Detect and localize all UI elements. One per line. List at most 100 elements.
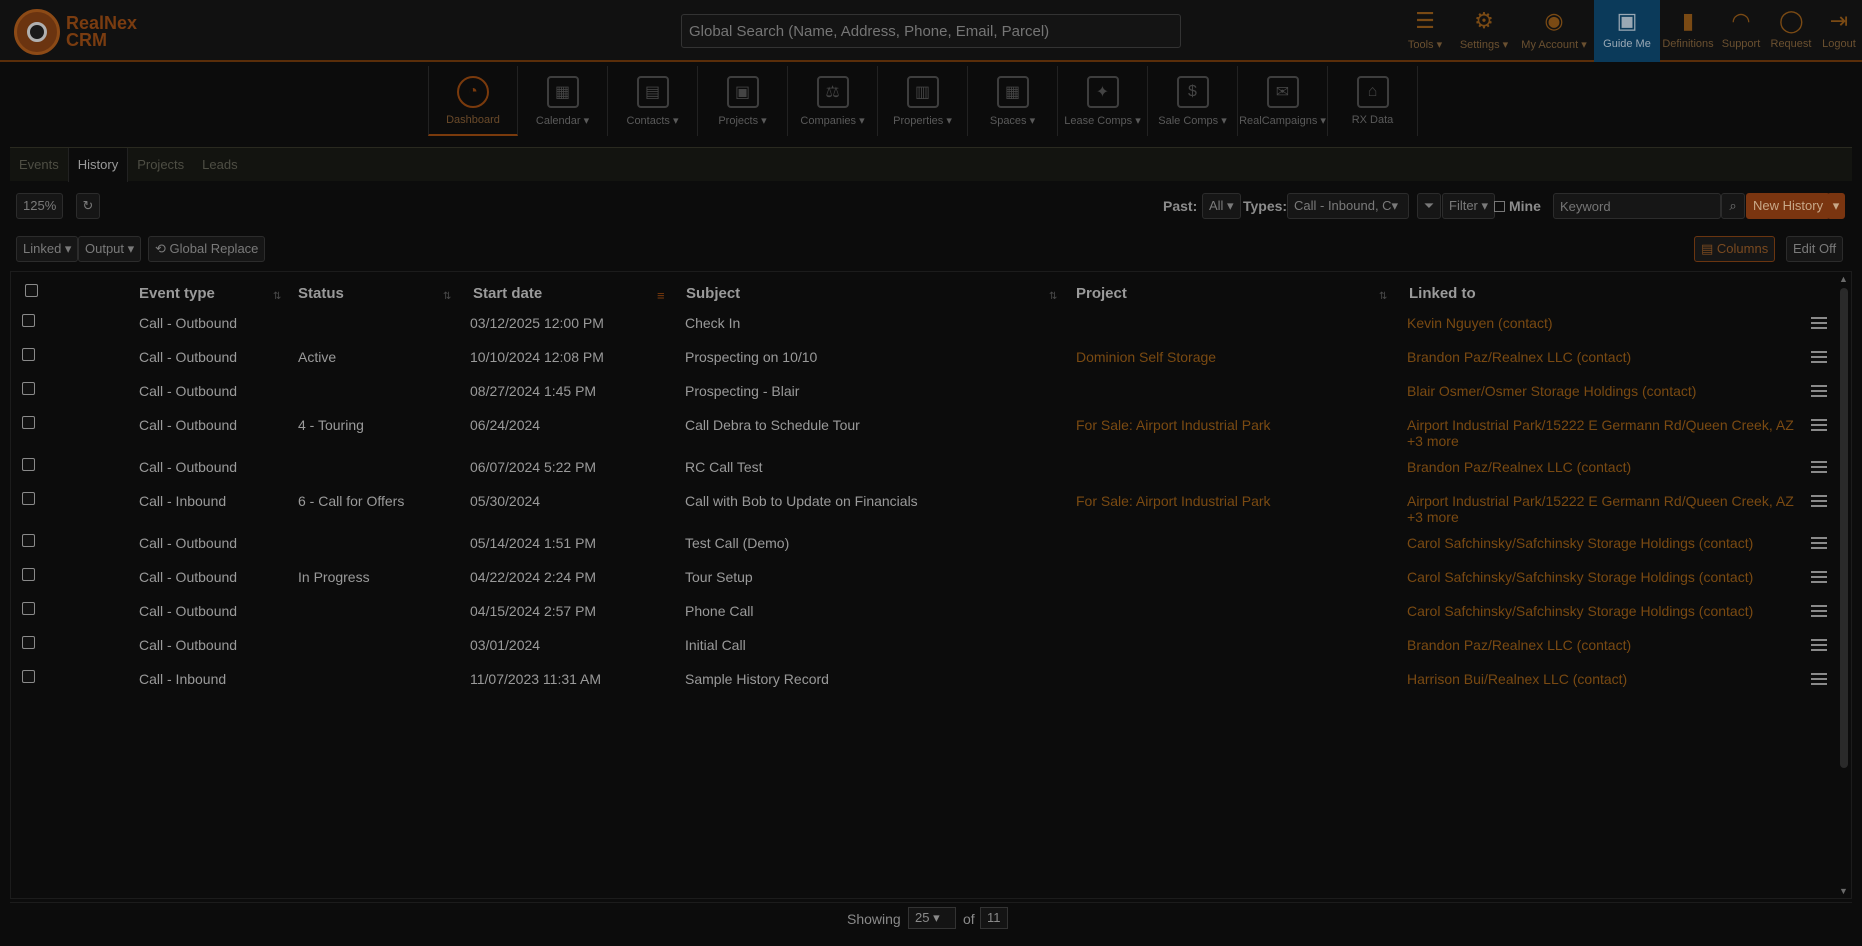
sort-desc-icon[interactable]: ≡ — [657, 288, 665, 303]
module-lease-comps[interactable]: ✦ Lease Comps ▾ — [1058, 66, 1148, 136]
col-subject[interactable]: Subject — [686, 285, 740, 302]
tab-history[interactable]: History — [67, 147, 129, 182]
col-linked-to[interactable]: Linked to — [1409, 285, 1476, 302]
table-row[interactable]: Call - Outbound 4 - Touring 06/24/2024 Call… — [11, 416, 1841, 458]
row-menu-icon[interactable] — [1811, 571, 1827, 586]
row-menu-icon[interactable] — [1811, 639, 1827, 654]
tool-user[interactable]: ◉ My Account ▾ — [1514, 0, 1594, 62]
scrollbar-thumb[interactable] — [1840, 288, 1848, 768]
module-contacts[interactable]: ▤ Contacts ▾ — [608, 66, 698, 136]
sort-icon[interactable]: ⇅ — [443, 291, 451, 302]
columns-button[interactable]: ▤ Columns — [1694, 236, 1776, 262]
table-row[interactable]: Call - Inbound 11/07/2023 11:31 AM Sample … — [11, 670, 1841, 704]
row-checkbox[interactable] — [22, 670, 35, 683]
cell-linked-to-link[interactable]: Blair Osmer/Osmer Storage Holdings (cont… — [1407, 383, 1696, 399]
cell-linked-to-link[interactable]: Carol Safchinsky/Safchinsky Storage Hold… — [1407, 603, 1753, 619]
cell-project-link[interactable]: For Sale: Airport Industrial Park — [1076, 417, 1271, 433]
cell-linked-to-link[interactable]: Carol Safchinsky/Safchinsky Storage Hold… — [1407, 535, 1753, 551]
col-start-date[interactable]: Start date — [473, 285, 542, 302]
tool-book[interactable]: ▮ Definitions — [1660, 0, 1716, 62]
vertical-scrollbar[interactable]: ▲ ▼ — [1839, 272, 1849, 898]
row-menu-icon[interactable] — [1811, 537, 1827, 552]
cell-linked-to-link[interactable]: Carol Safchinsky/Safchinsky Storage Hold… — [1407, 569, 1753, 585]
row-menu-icon[interactable] — [1811, 351, 1827, 366]
keyword-input[interactable] — [1553, 193, 1721, 219]
cell-linked-more-link[interactable]: +3 more — [1407, 509, 1459, 525]
table-row[interactable]: Call - Inbound 6 - Call for Offers 05/30/2… — [11, 492, 1841, 534]
cell-linked-to-link[interactable]: Brandon Paz/Realnex LLC (contact) — [1407, 349, 1631, 365]
scroll-up-icon[interactable]: ▲ — [1839, 274, 1848, 284]
tool-guide[interactable]: ▣ Guide Me — [1594, 0, 1660, 62]
scroll-down-icon[interactable]: ▼ — [1839, 886, 1848, 896]
col-status[interactable]: Status — [298, 285, 344, 302]
tab-leads[interactable]: Leads — [193, 157, 246, 172]
module-calendar[interactable]: ▦ Calendar ▾ — [518, 66, 608, 136]
tool-logout[interactable]: ⇥ Logout — [1816, 0, 1862, 62]
module-projects[interactable]: ▣ Projects ▾ — [698, 66, 788, 136]
table-row[interactable]: Call - Outbound 08/27/2024 1:45 PM Prospec… — [11, 382, 1841, 416]
row-checkbox[interactable] — [22, 458, 35, 471]
row-menu-icon[interactable] — [1811, 419, 1827, 434]
col-project[interactable]: Project — [1076, 285, 1127, 302]
global-replace-button[interactable]: ⟲ Global Replace — [148, 236, 266, 262]
mine-checkbox[interactable]: Mine — [1494, 198, 1541, 214]
row-checkbox[interactable] — [22, 382, 35, 395]
module-dashboard[interactable]: ◔ Dashboard — [428, 66, 518, 136]
module-spaces[interactable]: ▦ Spaces ▾ — [968, 66, 1058, 136]
row-menu-icon[interactable] — [1811, 495, 1827, 510]
new-history-dropdown-icon[interactable]: ▾ — [1827, 193, 1845, 219]
cell-linked-to-link[interactable]: Brandon Paz/Realnex LLC (contact) — [1407, 459, 1631, 475]
keyword-search-icon[interactable]: ⌕ — [1721, 193, 1745, 219]
module-properties[interactable]: ▥ Properties ▾ — [878, 66, 968, 136]
realnex-logo[interactable]: RealNex CRM — [14, 9, 144, 55]
cell-linked-to-link[interactable]: Airport Industrial Park/15222 E Germann … — [1407, 493, 1794, 509]
table-row[interactable]: Call - Outbound In Progress 04/22/2024 2:2… — [11, 568, 1841, 602]
row-menu-icon[interactable] — [1811, 317, 1827, 332]
types-select[interactable]: Call - Inbound, C▾ — [1287, 193, 1409, 219]
row-checkbox[interactable] — [22, 636, 35, 649]
linked-dropdown[interactable]: Linked ▾ — [16, 236, 79, 262]
zoom-level-button[interactable]: 125% — [16, 193, 64, 219]
select-all-checkbox[interactable] — [25, 284, 38, 297]
tool-lightbulb[interactable]: ◯ Request — [1766, 0, 1816, 62]
cell-linked-to-link[interactable]: Airport Industrial Park/15222 E Germann … — [1407, 417, 1794, 433]
col-event-type[interactable]: Event type — [139, 285, 215, 302]
row-menu-icon[interactable] — [1811, 385, 1827, 400]
tool-headset[interactable]: ◠ Support — [1716, 0, 1766, 62]
cell-linked-to-link[interactable]: Brandon Paz/Realnex LLC (contact) — [1407, 637, 1631, 653]
sort-icon[interactable]: ⇅ — [1379, 291, 1387, 302]
output-dropdown[interactable]: Output ▾ — [78, 236, 142, 262]
tab-events[interactable]: Events — [10, 157, 68, 172]
row-checkbox[interactable] — [22, 492, 35, 505]
row-menu-icon[interactable] — [1811, 605, 1827, 620]
module-rx-data[interactable]: ⌂ RX Data — [1328, 66, 1418, 136]
row-menu-icon[interactable] — [1811, 461, 1827, 476]
cell-linked-to-link[interactable]: Kevin Nguyen (contact) — [1407, 315, 1553, 331]
row-checkbox[interactable] — [22, 534, 35, 547]
row-checkbox[interactable] — [22, 602, 35, 615]
past-select[interactable]: All ▾ — [1202, 193, 1241, 219]
cell-linked-to-link[interactable]: Harrison Bui/Realnex LLC (contact) — [1407, 671, 1627, 687]
edit-off-toggle[interactable]: Edit Off — [1786, 236, 1844, 262]
module-companies[interactable]: ⚖ Companies ▾ — [788, 66, 878, 136]
sort-icon[interactable]: ⇅ — [273, 291, 281, 302]
table-row[interactable]: Call - Outbound 03/01/2024 Initial Call Bra… — [11, 636, 1841, 670]
cell-project-link[interactable]: Dominion Self Storage — [1076, 349, 1216, 365]
cell-linked-more-link[interactable]: +3 more — [1407, 433, 1459, 449]
row-checkbox[interactable] — [22, 568, 35, 581]
row-checkbox[interactable] — [22, 416, 35, 429]
refresh-icon[interactable]: ↻ — [76, 193, 100, 219]
table-row[interactable]: Call - Outbound 05/14/2024 1:51 PM Test Ca… — [11, 534, 1841, 568]
cell-project-link[interactable]: For Sale: Airport Industrial Park — [1076, 493, 1271, 509]
page-size-select[interactable]: 25 ▾ — [908, 907, 956, 929]
tool-gear[interactable]: ⚙ Settings ▾ — [1454, 0, 1514, 62]
sort-icon[interactable]: ⇅ — [1049, 291, 1057, 302]
filter-dropdown[interactable]: Filter ▾ — [1442, 193, 1496, 219]
table-row[interactable]: Call - Outbound 06/07/2024 5:22 PM RC Call… — [11, 458, 1841, 492]
filter-funnel-icon[interactable]: ⏷ — [1417, 193, 1441, 219]
module-campaigns[interactable]: ✉ RealCampaigns ▾ — [1238, 66, 1328, 136]
table-row[interactable]: Call - Outbound 03/12/2025 12:00 PM Check … — [11, 314, 1841, 348]
new-history-button[interactable]: New History — [1746, 193, 1831, 219]
row-checkbox[interactable] — [22, 348, 35, 361]
row-checkbox[interactable] — [22, 314, 35, 327]
